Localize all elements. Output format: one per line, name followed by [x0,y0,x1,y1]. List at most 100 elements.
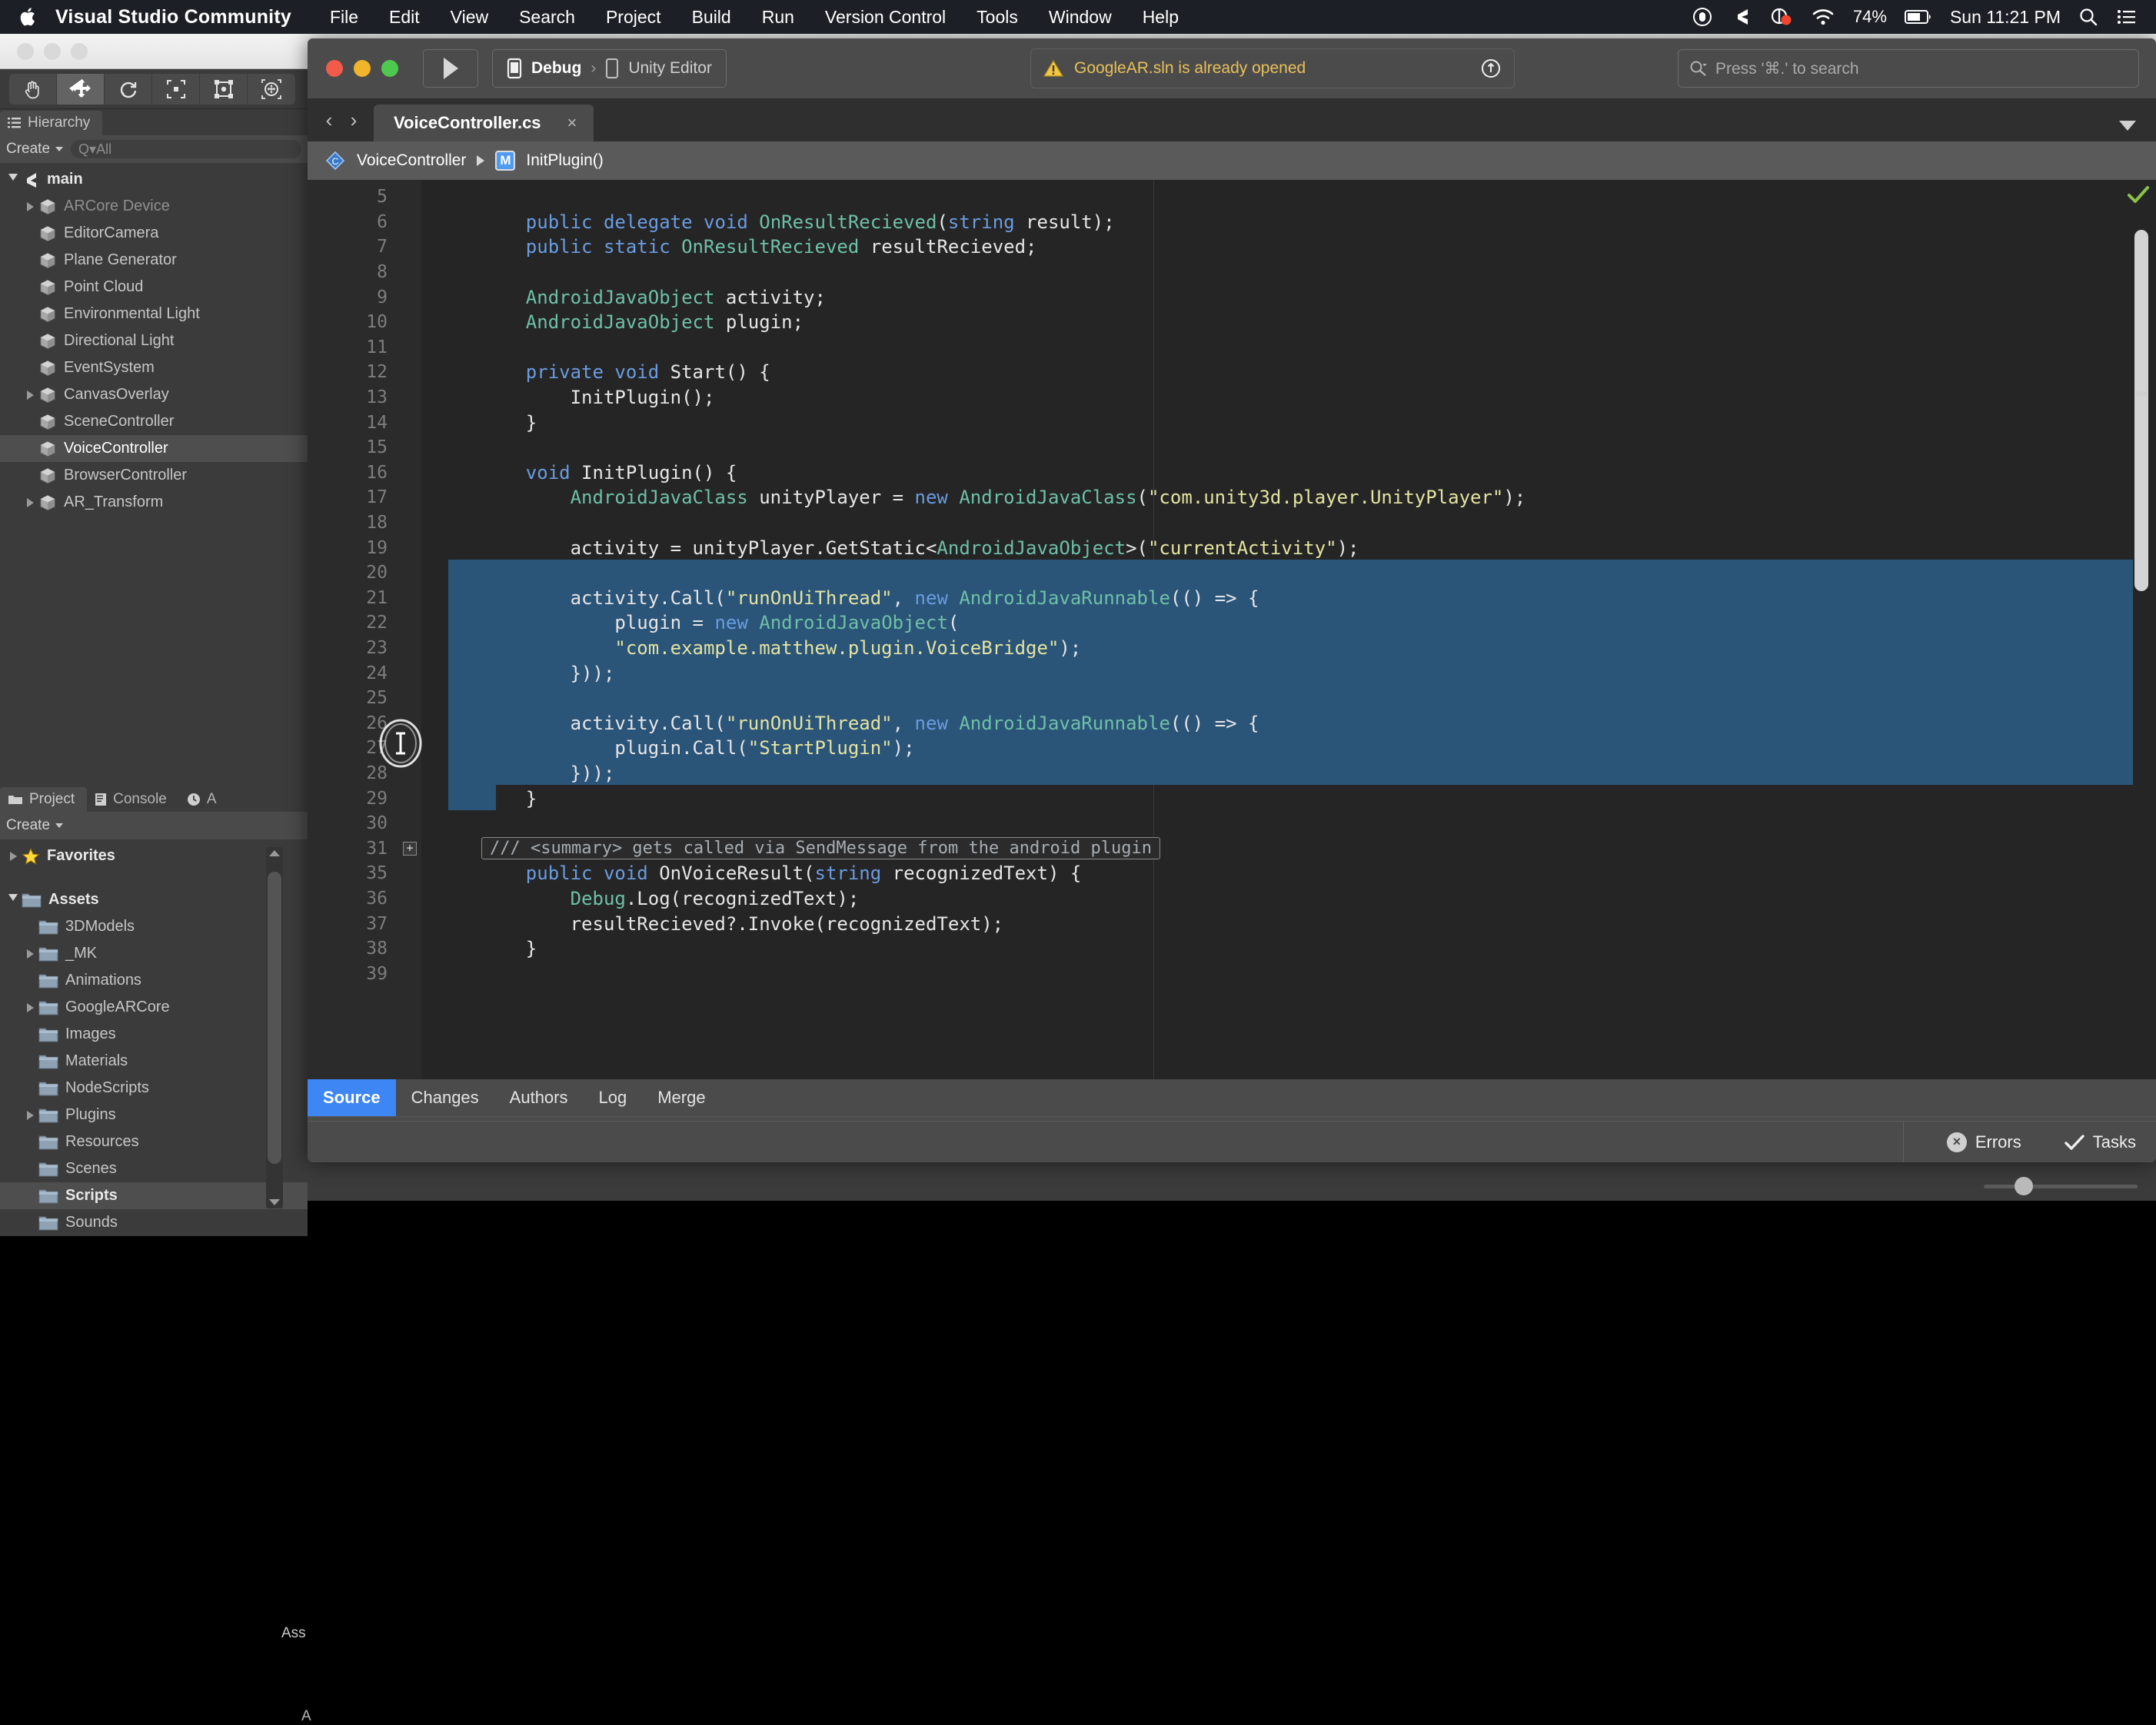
hierarchy-item-voicecontroller[interactable]: VoiceController [0,435,308,462]
project-folder-images[interactable]: Images [0,1021,308,1048]
hierarchy-root-row[interactable]: main [0,166,308,193]
menu-window[interactable]: Window [1033,7,1127,28]
menu-version-control[interactable]: Version Control [810,7,961,28]
project-folder-plugins[interactable]: Plugins [0,1102,308,1128]
vc-tab-merge[interactable]: Merge [642,1079,720,1116]
hierarchy-item-plane-generator[interactable]: Plane Generator [0,247,308,274]
vc-tab-authors[interactable]: Authors [494,1079,584,1116]
project-folder-scenes[interactable]: Scenes [0,1155,308,1182]
code-line[interactable]: activity.Call("runOnUiThread", new Andro… [481,711,1259,736]
disclosure-closed-icon[interactable] [22,949,38,959]
project-folder-animations[interactable]: Animations [0,967,308,994]
tab-project[interactable]: Project [0,787,87,812]
breadcrumb-class[interactable]: VoiceController [357,151,466,170]
disclosure-open-icon[interactable] [5,894,22,906]
code-line[interactable]: private void Start() { [481,360,770,385]
code-line[interactable]: InitPlugin(); [481,385,714,410]
menu-tools[interactable]: Tools [961,7,1033,28]
unity-icon[interactable] [1731,6,1752,28]
menu-build[interactable]: Build [677,7,747,28]
code-line[interactable]: resultRecieved?.Invoke(recognizedText); [481,911,1003,936]
code-line[interactable]: } [481,410,537,435]
hierarchy-item-environmental-light[interactable]: Environmental Light [0,301,308,327]
menu-edit[interactable]: Edit [374,7,435,28]
project-assets-row[interactable]: Assets [0,886,308,913]
tasks-button[interactable]: Tasks [2045,1122,2136,1163]
menu-run[interactable]: Run [747,7,810,28]
errors-button[interactable]: × Errors [1927,1122,2021,1163]
fold-expand-button[interactable]: + [403,842,417,856]
project-folder-resources[interactable]: Resources [0,1128,308,1155]
code-line[interactable]: AndroidJavaObject activity; [481,284,826,310]
unity-zoom-button[interactable] [71,43,88,60]
project-folder-scripts[interactable]: Scripts [0,1182,308,1209]
scroll-down-arrow-icon[interactable] [269,1199,280,1205]
code-line[interactable]: void InitPlugin() { [481,460,737,486]
scale-tool-icon[interactable] [152,74,200,105]
project-scrollbar-thumb[interactable] [268,872,281,1164]
configuration-selector[interactable]: Debug › Unity Editor [492,49,727,88]
vs-minimize-button[interactable] [354,60,371,77]
transform-tool-icon[interactable] [248,74,295,105]
nav-forward-button[interactable]: › [343,108,364,132]
rect-tool-icon[interactable] [200,74,248,105]
menu-help[interactable]: Help [1127,7,1194,28]
disclosure-closed-icon[interactable] [22,391,38,400]
spotlight-search-icon[interactable] [2078,7,2098,27]
project-create-button[interactable]: Create [6,817,63,834]
hierarchy-item-eventsystem[interactable]: EventSystem [0,354,308,381]
app-icon[interactable] [1770,6,1793,28]
tab-voicecontroller-cs[interactable]: VoiceController.cs × [374,105,594,141]
disclosure-closed-icon[interactable] [22,1111,38,1120]
vs-zoom-button[interactable] [381,60,398,77]
tab-console[interactable]: Console [87,787,179,812]
hierarchy-item-browsercontroller[interactable]: BrowserController [0,462,308,489]
nav-back-button[interactable]: ‹ [318,108,340,132]
vc-tab-changes[interactable]: Changes [396,1079,494,1116]
code-line[interactable]: } [481,786,537,811]
status-info-icon[interactable] [1480,58,1502,79]
menu-view[interactable]: View [435,7,504,28]
move-tool-icon[interactable] [57,74,105,105]
hierarchy-item-arcore-device[interactable]: ARCore Device [0,193,308,220]
disclosure-closed-icon[interactable] [5,852,22,861]
code-line[interactable]: public void OnVoiceResult(string recogni… [481,861,1081,886]
hierarchy-search-input[interactable]: Q▾All [71,140,301,158]
code-line[interactable]: activity = unityPlayer.GetStatic<Android… [481,535,1359,560]
code-line[interactable]: "com.example.matthew.plugin.VoiceBridge"… [481,636,1081,661]
disclosure-closed-icon[interactable] [22,498,38,507]
project-folder-3dmodels[interactable]: 3DModels [0,913,308,940]
code-line[interactable]: Debug.Log(recognizedText); [481,886,859,912]
code-line[interactable]: plugin.Call("StartPlugin"); [481,736,915,761]
hierarchy-item-editorcamera[interactable]: EditorCamera [0,220,308,247]
code-line[interactable]: })); [481,660,614,686]
breadcrumb-member[interactable]: InitPlugin() [526,151,603,170]
close-icon[interactable]: × [567,113,577,133]
slider-track[interactable] [1984,1185,2138,1188]
unity-close-button[interactable] [17,43,34,60]
code-line[interactable]: public static OnResultRecieved resultRec… [481,234,1036,260]
vs-window-controls[interactable] [308,60,398,77]
unity-minimize-button[interactable] [44,43,61,60]
vs-close-button[interactable] [326,60,343,77]
code-line[interactable]: AndroidJavaClass unityPlayer = new Andro… [481,485,1526,510]
tab-animation[interactable]: A [179,787,229,812]
vc-tab-source[interactable]: Source [308,1079,396,1116]
hand-tool-icon[interactable] [9,74,57,105]
menu-project[interactable]: Project [591,7,677,28]
slider-knob[interactable] [2015,1177,2033,1195]
hierarchy-item-directional-light[interactable]: Directional Light [0,327,308,354]
disclosure-closed-icon[interactable] [22,1003,38,1012]
code-line[interactable]: plugin = new AndroidJavaObject( [481,610,959,636]
hierarchy-create-button[interactable]: Create [6,141,63,158]
project-zoom-slider[interactable] [1984,1176,2138,1196]
project-folder--mk[interactable]: _MK [0,940,308,967]
menu-search[interactable]: Search [504,7,591,28]
control-center-icon[interactable] [2116,8,2138,26]
menubar-clock[interactable]: Sun 11:21 PM [1950,7,2061,28]
tabbar-overflow-chevron-icon[interactable] [2119,121,2136,131]
code-line[interactable]: AndroidJavaObject plugin; [481,310,804,335]
hierarchy-item-scenecontroller[interactable]: SceneController [0,408,308,435]
unity-window-controls[interactable] [0,43,88,60]
code-line[interactable]: activity.Call("runOnUiThread", new Andro… [481,586,1259,611]
